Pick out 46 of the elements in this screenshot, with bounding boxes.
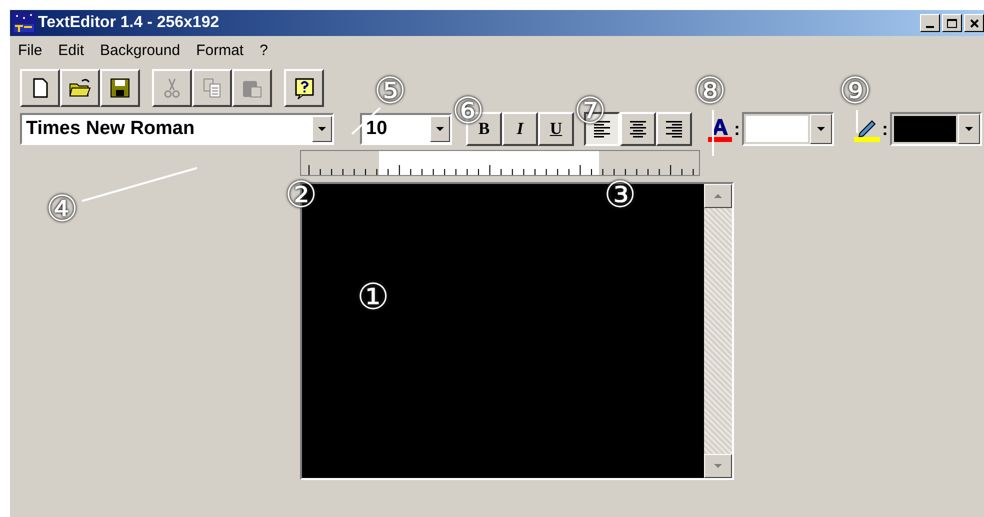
colon-label: : [733, 118, 741, 140]
ruler[interactable] [300, 150, 700, 176]
leader-line [712, 110, 714, 156]
underline-button[interactable]: U [538, 112, 574, 146]
colon-label: : [881, 118, 889, 140]
text-color-dropdown[interactable] [742, 112, 834, 146]
new-button[interactable] [20, 69, 60, 107]
font-dropdown[interactable]: Times New Roman [20, 113, 334, 145]
menu-item[interactable]: File [12, 40, 48, 62]
font-name: Times New Roman [25, 116, 196, 141]
font-size: 10 [365, 116, 388, 141]
scroll-down-icon[interactable] [704, 454, 732, 478]
menu-item[interactable]: Edit [52, 40, 90, 62]
align-right-button[interactable] [656, 112, 692, 146]
window-title: TextEditor 1.4 - 256x192 [38, 13, 220, 33]
menu-item[interactable]: ? [254, 40, 274, 62]
callout-number: ⑤ [374, 74, 406, 110]
help-button[interactable] [284, 69, 324, 107]
maximize-icon [947, 18, 957, 28]
vertical-scrollbar[interactable] [704, 184, 732, 478]
callout-number: ③ [604, 178, 636, 214]
save-icon [108, 76, 132, 100]
background-color-dropdown[interactable] [890, 112, 982, 146]
text-color-icon [708, 116, 732, 142]
close-icon [970, 18, 978, 28]
maximize-button[interactable] [942, 14, 962, 32]
close-button[interactable] [964, 14, 984, 32]
size-dropdown[interactable]: 10 [360, 113, 452, 145]
menu-item[interactable]: Format [190, 40, 250, 62]
menu-item[interactable]: Background [94, 40, 186, 62]
leader-line [856, 110, 858, 133]
save-button[interactable] [100, 69, 140, 107]
italic-button[interactable]: I [502, 112, 538, 146]
minimize-icon [926, 26, 934, 28]
align-center-icon [628, 119, 648, 139]
open-button[interactable] [60, 69, 100, 107]
callout-number: ⑨ [839, 74, 872, 110]
minimize-button[interactable] [920, 14, 940, 32]
app-icon [12, 12, 36, 34]
callout-number: ② [285, 178, 318, 214]
scroll-up-icon[interactable] [704, 184, 732, 208]
align-center-button[interactable] [620, 112, 656, 146]
align-right-icon [664, 119, 684, 139]
callout-number: ① [357, 280, 390, 316]
callout-number: ⑧ [694, 74, 726, 110]
callout-number: ④ [46, 192, 78, 228]
